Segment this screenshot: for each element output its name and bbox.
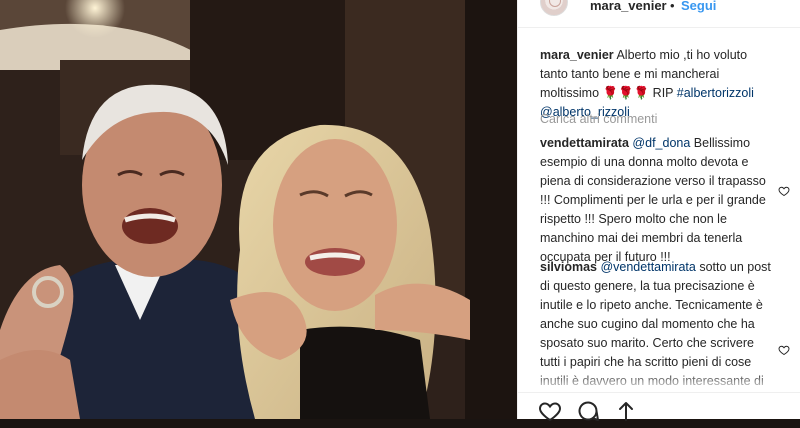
caption-hashtag[interactable]: #albertorizzoli [677,86,754,100]
comments-fade [518,372,800,392]
comment-text: Bellissimo esempio di una donna molto de… [540,136,766,264]
comment-heart-icon[interactable] [778,185,792,199]
heart-icon[interactable] [538,399,562,423]
post-header: mara_venier • Segui [518,0,800,28]
follow-button[interactable]: Segui [681,0,716,13]
header-username[interactable]: mara_venier [590,0,667,13]
load-more-comments-button[interactable]: Carica altri commenti [540,112,657,126]
avatar[interactable] [540,0,568,16]
comment-username[interactable]: vendettamirata [540,136,629,150]
post-actions-bar [518,392,800,422]
post-side-panel: mara_venier • Segui mara_venier Alberto … [517,0,800,422]
photo-illustration [0,0,517,419]
avatar-rose-icon [549,0,561,7]
comment-mention[interactable]: @vendettamirata [600,260,695,274]
share-icon[interactable] [614,399,638,423]
comment-mention[interactable]: @df_dona [632,136,690,150]
header-separator-dot: • [670,0,675,13]
comment-icon[interactable] [576,399,600,423]
comment-username[interactable]: silviomas [540,260,597,274]
post-caption: mara_venier Alberto mio ,ti ho voluto ta… [540,46,775,122]
comment-heart-icon[interactable] [778,344,792,358]
comment-item: vendettamirata @df_dona Bellissimo esemp… [540,134,772,267]
caption-username[interactable]: mara_venier [540,48,614,62]
post-photo [0,0,517,419]
